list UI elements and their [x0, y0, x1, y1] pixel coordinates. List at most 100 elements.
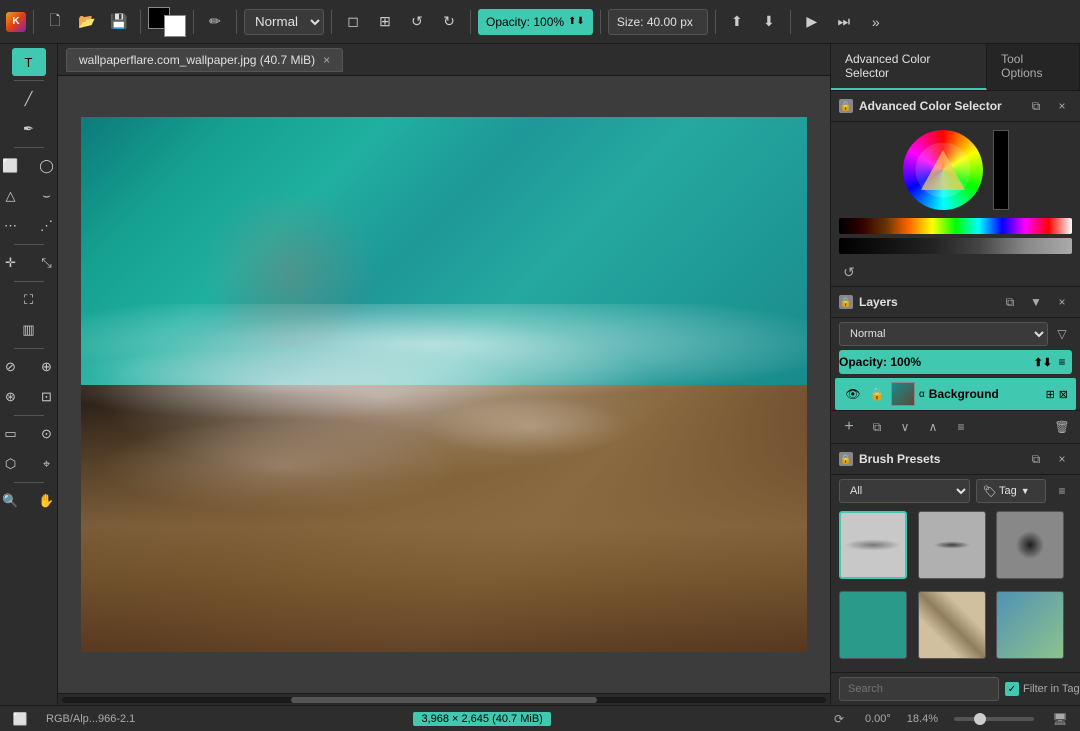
freehand-select-button[interactable]: ⌣	[30, 182, 59, 210]
open-file-button[interactable]: 📂	[73, 8, 101, 36]
polygon-shape-button[interactable]: ⬡	[0, 450, 28, 478]
path-select-button[interactable]: ⋯	[0, 212, 28, 240]
fill-pattern-button[interactable]: ⊞	[371, 8, 399, 36]
layer-menu-button[interactable]: ≡	[951, 417, 971, 437]
canvas-close-button[interactable]: ×	[323, 53, 330, 67]
layers-opacity-bar[interactable]: Opacity: 100% ⬆⬇ ≡	[839, 350, 1072, 374]
end-button[interactable]: ⏭	[830, 8, 858, 36]
layer-name: Background	[929, 387, 1042, 401]
brush-view-options-button[interactable]: ≡	[1052, 481, 1072, 501]
canvas-tab-item[interactable]: wallpaperflare.com_wallpaper.jpg (40.7 M…	[66, 48, 343, 72]
more-options-button[interactable]: »	[862, 8, 890, 36]
fill-button[interactable]: ⊕	[30, 353, 59, 381]
rocks-overlay	[81, 402, 807, 652]
redo-button[interactable]: ↻	[435, 8, 463, 36]
zoom-slider-thumb[interactable]	[974, 713, 986, 725]
brush-float-button[interactable]: ⧉	[1026, 449, 1046, 469]
layers-opacity-arrows[interactable]: ⬆⬇	[1034, 356, 1052, 369]
size-display[interactable]: Size: 40.00 px	[608, 9, 708, 35]
undo-button[interactable]: ↺	[403, 8, 431, 36]
layers-blend-mode-select[interactable]: Normal	[839, 322, 1048, 346]
brush-item-paint[interactable]	[839, 591, 907, 659]
canvas-image[interactable]	[81, 117, 807, 652]
zoom-percent-label: 18.4%	[907, 713, 938, 725]
size-down-button[interactable]: ⬇	[755, 8, 783, 36]
color-refresh-button[interactable]: ↺	[839, 262, 859, 282]
layers-lock-icon[interactable]: 🔒	[839, 295, 853, 309]
ellipse-shape-button[interactable]: ⊙	[30, 420, 59, 448]
calligraphy-button[interactable]: ✒	[12, 115, 46, 143]
clone-button[interactable]: ⊡	[30, 383, 59, 411]
scrollbar-track-h[interactable]	[62, 697, 826, 703]
size-up-button[interactable]: ⬆	[723, 8, 751, 36]
brush-tag-select[interactable]: 🏷 Tag ▼	[976, 479, 1046, 503]
layer-visibility-button[interactable]: 👁	[843, 384, 863, 404]
blend-mode-select[interactable]: Normal	[244, 9, 324, 35]
layer-lock-button[interactable]: 🔒	[867, 384, 887, 404]
collapse-layer-button[interactable]: ∧	[923, 417, 943, 437]
color-wheel[interactable]	[903, 130, 983, 210]
rect-shape-button[interactable]: ▭	[0, 420, 28, 448]
gradient-button[interactable]: ▥	[12, 316, 46, 344]
smart-patch-button[interactable]: ⊛	[0, 383, 28, 411]
brush-item-pencil[interactable]	[918, 591, 986, 659]
brush-close-button[interactable]: ×	[1052, 449, 1072, 469]
pan-tool-button[interactable]: ✋	[30, 487, 59, 515]
color-selector-panel: 🔒 Advanced Color Selector ⧉ ×	[831, 91, 1080, 287]
rect-select-button[interactable]: ⬜	[0, 152, 28, 180]
brush-select-button[interactable]: ✏	[201, 8, 229, 36]
layers-filter-icon-btn[interactable]: ▽	[1052, 324, 1072, 344]
color-panel-close-button[interactable]: ×	[1052, 96, 1072, 116]
crop-button[interactable]: ⛶	[12, 286, 46, 314]
lock-icon[interactable]: 🔒	[839, 99, 853, 113]
brush-category-select[interactable]: All	[839, 479, 970, 503]
rotation-button[interactable]: ⟳	[829, 709, 849, 729]
brush-search-input[interactable]	[839, 677, 999, 701]
layers-filter-button[interactable]: ▼	[1026, 292, 1046, 312]
freehand-brush-button[interactable]: ╱	[12, 85, 46, 113]
color-panel-swatch[interactable]	[993, 130, 1009, 210]
canvas-info-button[interactable]: ⬜	[10, 709, 30, 729]
contiguous-select-button[interactable]: ⋰	[30, 212, 59, 240]
polygon-select-button[interactable]: △	[0, 182, 28, 210]
layers-menu-icon[interactable]: ≡	[1052, 352, 1072, 372]
transform-button[interactable]: ⤡	[30, 249, 59, 277]
background-color-swatch[interactable]	[164, 15, 186, 37]
play-button[interactable]: ▶	[798, 8, 826, 36]
brush-item-ink[interactable]	[996, 511, 1064, 579]
layers-float-button[interactable]: ⧉	[1000, 292, 1020, 312]
color-dark-bar[interactable]	[839, 238, 1072, 254]
move-tool-button[interactable]: ✛	[0, 249, 28, 277]
zoom-tool-button[interactable]: 🔍	[0, 487, 28, 515]
new-file-button[interactable]: 🗋	[41, 8, 69, 36]
add-layer-button[interactable]: +	[839, 417, 859, 437]
opacity-arrows[interactable]: ⬆⬇	[568, 16, 585, 27]
save-file-button[interactable]: 💾	[105, 8, 133, 36]
brush-item-watercolor[interactable]	[996, 591, 1064, 659]
layer-item-background[interactable]: 👁 🔒 α Background ⊞ ⊠	[835, 378, 1076, 410]
canvas-viewport[interactable]	[58, 76, 830, 693]
layers-close-button[interactable]: ×	[1052, 292, 1072, 312]
filter-in-tag-checkbox[interactable]: ✓	[1005, 682, 1019, 696]
color-swatches[interactable]	[148, 7, 186, 37]
canvas-scrollbar-h[interactable]	[58, 693, 830, 705]
text-tool-button[interactable]: T	[12, 48, 46, 76]
color-picker-button[interactable]: ⊘	[0, 353, 28, 381]
advanced-color-selector-tab[interactable]: Advanced Color Selector	[831, 44, 987, 90]
path-shape-button[interactable]: ⌖	[30, 450, 59, 478]
opacity-display[interactable]: Opacity: 100% ⬆⬇	[478, 9, 593, 35]
monitor-button[interactable]: 🖥	[1050, 709, 1070, 729]
delete-layer-button[interactable]: 🗑	[1052, 417, 1072, 437]
brush-lock-icon[interactable]: 🔒	[839, 452, 853, 466]
ellipse-select-button[interactable]: ◯	[30, 152, 59, 180]
color-panel-float-button[interactable]: ⧉	[1026, 96, 1046, 116]
brush-item-chalk[interactable]	[839, 511, 907, 579]
scrollbar-thumb-h[interactable]	[291, 697, 597, 703]
expand-layer-button[interactable]: ∨	[895, 417, 915, 437]
copy-layer-button[interactable]: ⧉	[867, 417, 887, 437]
brush-item-soft[interactable]	[918, 511, 986, 579]
zoom-slider[interactable]	[954, 717, 1034, 721]
tool-options-tab[interactable]: Tool Options	[987, 44, 1080, 90]
eraser-button[interactable]: ◻	[339, 8, 367, 36]
color-spectrum-bar[interactable]	[839, 218, 1072, 234]
